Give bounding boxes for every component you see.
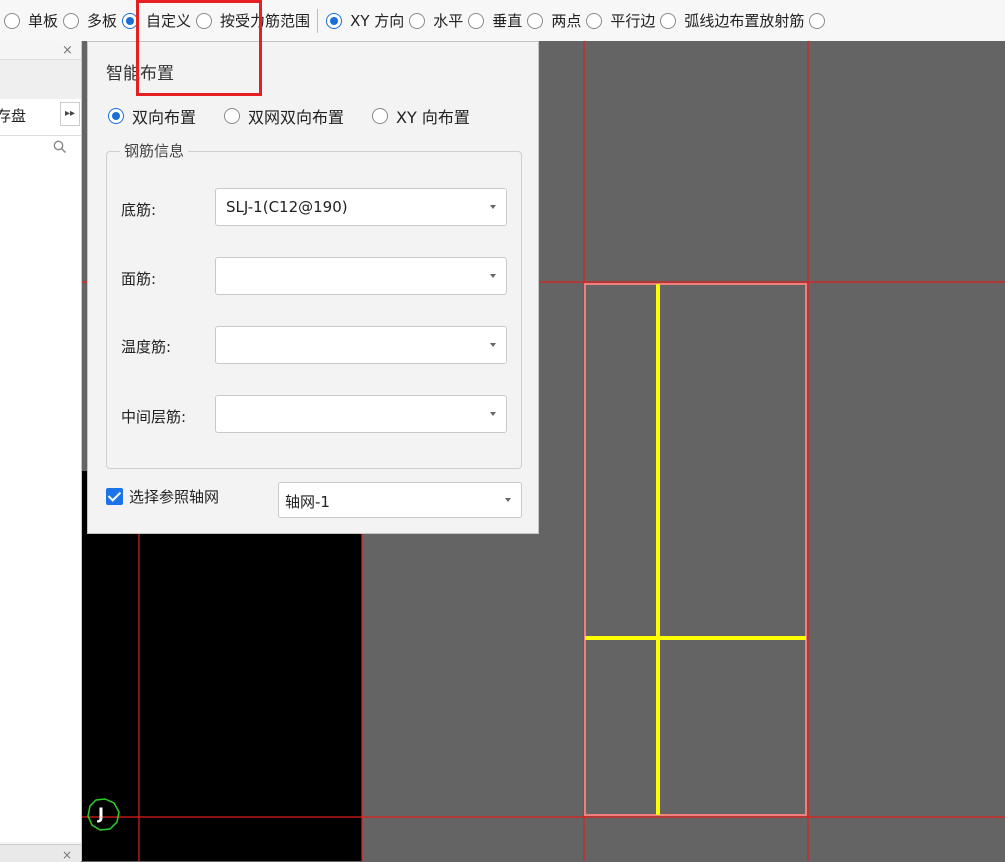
radio-label: 单板 — [28, 12, 59, 30]
panel-header — [0, 59, 81, 101]
bottom-rebar-select[interactable]: SLJ-1(C12@190) — [215, 188, 507, 226]
group-title: 钢筋信息 — [120, 140, 189, 161]
dropdown-arrow-icon[interactable] — [490, 412, 496, 416]
layout-mode-group: 双向布置 双网双向布置 XY 向布置 — [108, 104, 498, 128]
reference-grid-select[interactable]: 轴网-1 — [278, 482, 522, 518]
toolbar-separator — [317, 8, 319, 33]
radio-custom[interactable]: 自定义 — [122, 0, 196, 41]
radio-horizontal[interactable]: 水平 — [409, 0, 468, 41]
dropdown-arrow-icon[interactable] — [505, 498, 511, 502]
radio-checked-icon[interactable] — [108, 108, 124, 124]
radio-icon[interactable] — [63, 12, 80, 29]
radio-parallel-edge[interactable]: 平行边 — [586, 0, 660, 41]
top-rebar-label: 面筋: — [121, 270, 157, 288]
panel-list[interactable] — [0, 136, 81, 842]
radio-arc-radial[interactable]: 弧线边布置放射筋 — [660, 0, 809, 41]
search-icon[interactable] — [53, 140, 67, 154]
radio-icon[interactable] — [224, 108, 241, 124]
select-value: 轴网-1 — [285, 493, 330, 511]
radio-double-mesh[interactable]: 双网双向布置 — [224, 104, 344, 128]
radio-icon[interactable] — [809, 12, 826, 29]
radio-label: 弧线边布置放射筋 — [684, 12, 805, 30]
panel-label: 存盘 — [0, 107, 27, 125]
radio-icon[interactable] — [4, 12, 20, 29]
radio-label: XY 方向 — [350, 12, 405, 30]
top-rebar-select[interactable] — [215, 257, 507, 295]
radio-icon[interactable] — [660, 12, 677, 29]
radio-more[interactable] — [809, 0, 826, 41]
radio-icon[interactable] — [527, 12, 544, 29]
radio-icon[interactable] — [372, 108, 389, 124]
radio-checked-icon[interactable] — [122, 12, 139, 29]
dropdown-arrow-icon[interactable] — [490, 274, 496, 278]
radio-bidirectional[interactable]: 双向布置 — [108, 104, 196, 128]
radio-label: 垂直 — [492, 12, 523, 30]
radio-xy-layout[interactable]: XY 向布置 — [372, 104, 470, 128]
radio-icon[interactable] — [409, 12, 426, 29]
radio-label: 两点 — [551, 12, 582, 30]
left-panel: × 存盘 ▸▸ × — [0, 41, 82, 862]
checkbox-label: 选择参照轴网 — [129, 488, 220, 506]
axis-label: J — [98, 804, 104, 823]
radio-label: 多板 — [87, 12, 118, 30]
radio-checked-icon[interactable] — [326, 12, 343, 29]
select-value: SLJ-1(C12@190) — [226, 198, 348, 216]
checkbox-checked-icon[interactable] — [106, 488, 123, 505]
radio-label: 双网双向布置 — [248, 108, 345, 127]
radio-label: XY 向布置 — [396, 108, 470, 127]
radio-by-rebar-range[interactable]: 按受力筋范围 — [196, 0, 315, 41]
temperature-rebar-label: 温度筋: — [121, 338, 172, 356]
close-icon[interactable]: × — [62, 43, 73, 58]
radio-single-slab[interactable]: 单板 — [0, 0, 63, 41]
radio-toolbar: 单板 多板 自定义 按受力筋范围 XY 方向 水平 垂直 两点 平行边 弧线边布… — [0, 0, 1005, 42]
smart-layout-dialog: 智能布置 双向布置 双网双向布置 XY 向布置 钢筋信息 底筋: SLJ-1(C… — [87, 41, 539, 534]
radio-vertical[interactable]: 垂直 — [468, 0, 527, 41]
middle-layer-rebar-select[interactable] — [215, 395, 507, 433]
radio-label: 水平 — [433, 12, 464, 30]
radio-icon[interactable] — [468, 12, 485, 29]
expand-icon[interactable]: ▸▸ — [60, 102, 80, 126]
dialog-title: 智能布置 — [106, 64, 174, 84]
radio-label: 平行边 — [610, 12, 656, 30]
bottom-rebar-label: 底筋: — [121, 201, 157, 219]
radio-label: 按受力筋范围 — [220, 12, 311, 30]
radio-multi-slab[interactable]: 多板 — [63, 0, 122, 41]
dropdown-arrow-icon[interactable] — [490, 343, 496, 347]
radio-two-points[interactable]: 两点 — [527, 0, 586, 41]
radio-xy-direction[interactable]: XY 方向 — [326, 0, 409, 41]
close-icon[interactable]: × — [62, 848, 72, 862]
temperature-rebar-select[interactable] — [215, 326, 507, 364]
reference-grid-checkbox-row[interactable]: 选择参照轴网 — [106, 486, 219, 507]
radio-label: 双向布置 — [132, 108, 197, 127]
radio-icon[interactable] — [196, 12, 213, 29]
middle-layer-rebar-label: 中间层筋: — [121, 408, 187, 426]
radio-label: 自定义 — [146, 12, 192, 30]
radio-icon[interactable] — [586, 12, 603, 29]
dropdown-arrow-icon[interactable] — [490, 205, 496, 209]
